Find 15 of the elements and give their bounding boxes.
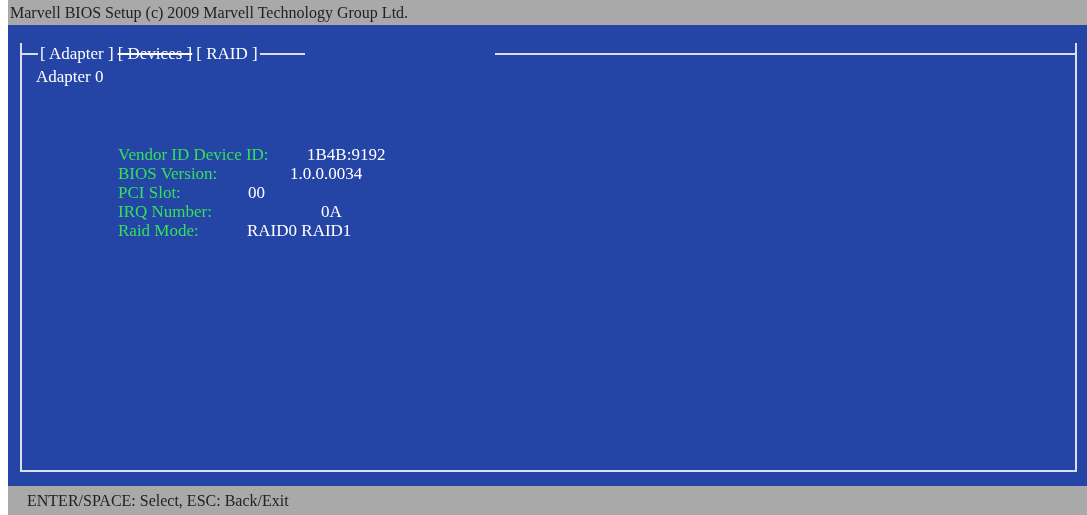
field-label: PCI Slot:: [118, 182, 181, 203]
field-label: Raid Mode:: [118, 220, 199, 241]
field-label: BIOS Version:: [118, 163, 218, 184]
adapter-heading: Adapter 0: [36, 67, 104, 87]
field-value: 1B4B:9192: [307, 144, 386, 165]
field-value: 0A: [321, 201, 342, 222]
tab[interactable]: [ RAID ]: [194, 44, 260, 64]
tab[interactable]: [ Adapter ]: [38, 44, 116, 64]
field-value: RAID0 RAID1: [247, 220, 352, 241]
field-value: 1.0.0.0034: [290, 163, 363, 184]
window-title: Marvell BIOS Setup (c) 2009 Marvell Technology Group Ltd.: [9, 3, 409, 22]
field-value: 00: [248, 182, 265, 203]
field-label: Vendor ID Device ID:: [118, 144, 269, 165]
field-label: IRQ Number:: [118, 201, 212, 222]
status-bar-hint: ENTER/SPACE: Select, ESC: Back/Exit: [27, 491, 289, 510]
